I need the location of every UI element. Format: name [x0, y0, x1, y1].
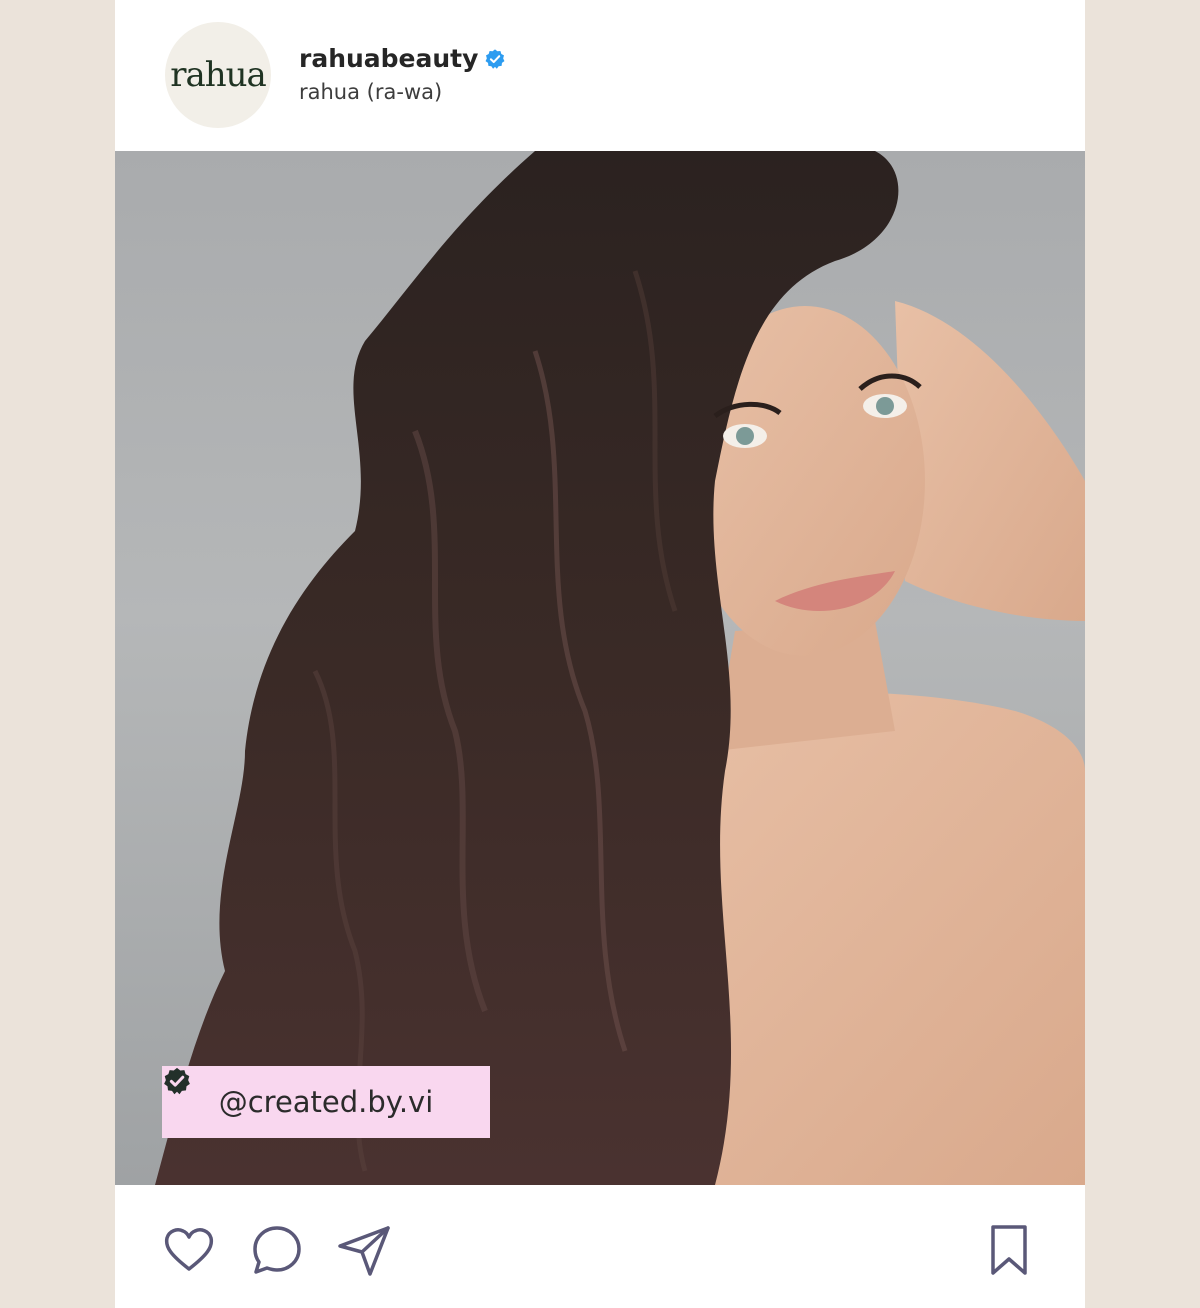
photo-illustration [155, 151, 1085, 1185]
verified-badge-icon [485, 48, 505, 69]
post-photo[interactable]: @created.by.vi [115, 151, 1085, 1185]
post-card: rahua rahuabeauty rahua (ra-wa) @created… [115, 0, 1085, 1308]
username-row: rahuabeauty [299, 44, 506, 73]
like-button[interactable] [161, 1222, 217, 1278]
username[interactable]: rahuabeauty [299, 44, 478, 73]
post-header: rahua rahuabeauty rahua (ra-wa) [115, 0, 1085, 150]
bookmark-icon [991, 1225, 1027, 1275]
avatar-logo-text: rahua [170, 55, 267, 95]
verified-seal-icon [164, 1067, 190, 1095]
avatar[interactable]: rahua [165, 22, 271, 128]
save-button[interactable] [981, 1222, 1037, 1278]
heart-icon [164, 1228, 214, 1271]
account-subtitle: rahua (ra-wa) [299, 80, 443, 104]
send-icon [338, 1226, 390, 1276]
share-button[interactable] [336, 1222, 392, 1278]
post-actions-bar [115, 1185, 1085, 1308]
comment-icon [253, 1226, 301, 1274]
creator-credit-tag[interactable]: @created.by.vi [162, 1066, 490, 1138]
comment-button[interactable] [249, 1222, 305, 1278]
creator-handle: @created.by.vi [218, 1085, 434, 1119]
